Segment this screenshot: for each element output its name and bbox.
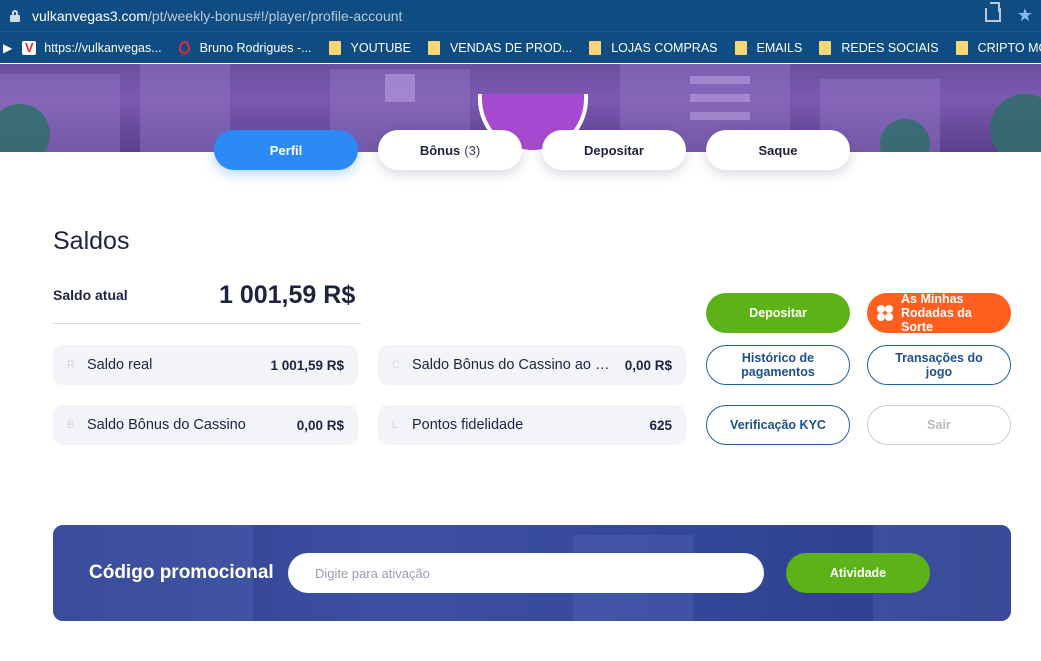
balance-card-real: R Saldo real 1 001,59 R$ bbox=[53, 345, 358, 385]
game-transactions-label: Transações do jogo bbox=[895, 351, 983, 379]
card-letter: B bbox=[67, 419, 75, 431]
balance-card-loyalty-points: L Pontos fidelidade 625 bbox=[378, 405, 686, 445]
promo-code-label: Código promocional bbox=[89, 562, 274, 583]
folder-icon bbox=[955, 40, 968, 55]
bookmark-label: https://vulkanvegas... bbox=[44, 40, 162, 55]
card-value: 1 001,59 R$ bbox=[270, 357, 344, 373]
card-value: 0,00 R$ bbox=[296, 417, 344, 433]
bookmark-label: Bruno Rodrigues -... bbox=[199, 40, 312, 55]
tab-label: Depositar bbox=[584, 142, 644, 158]
card-letter: R bbox=[67, 359, 75, 371]
bookmark-vendas[interactable]: VENDAS DE PROD... bbox=[427, 40, 573, 55]
current-balance-value: 1 001,59 R$ bbox=[219, 281, 356, 309]
tab-count-badge: (3) bbox=[464, 142, 481, 158]
card-label: Saldo Bônus do Cassino bbox=[87, 417, 246, 433]
bookmark-emails[interactable]: EMAILS bbox=[734, 40, 803, 55]
clover-icon bbox=[877, 305, 893, 321]
bookmark-redes[interactable]: REDES SOCIAIS bbox=[819, 40, 939, 55]
bookmark-label: CRIPTO MOEDAS bbox=[977, 40, 1041, 55]
tab-label: Bônus bbox=[419, 142, 461, 158]
url-domain: vulkanvegas3.com bbox=[32, 7, 148, 24]
bookmark-youtube[interactable]: YOUTUBE bbox=[328, 40, 411, 55]
payment-history-button[interactable]: Histórico de pagamentos bbox=[706, 345, 850, 385]
page-title: Saldos bbox=[53, 227, 130, 255]
folder-icon bbox=[819, 40, 832, 55]
lock-icon bbox=[10, 9, 20, 22]
bookmark-bruno[interactable]: Bruno Rodrigues -... bbox=[178, 40, 312, 55]
bookmark-vulkan[interactable]: V https://vulkanvegas... bbox=[22, 40, 162, 55]
tab-bonus[interactable]: Bônus (3) bbox=[378, 130, 522, 170]
browser-address-bar[interactable]: vulkanvegas3.com/pt/weekly-bonus#!/playe… bbox=[0, 0, 1041, 31]
share-icon[interactable] bbox=[984, 8, 1001, 22]
card-letter: C bbox=[392, 359, 400, 371]
folder-icon bbox=[427, 40, 440, 55]
vulkan-favicon-icon: V bbox=[22, 40, 37, 55]
profile-tabs: Perfil Bônus (3) Depositar Saque bbox=[214, 130, 850, 170]
tab-depositar[interactable]: Depositar bbox=[542, 130, 686, 170]
folder-icon bbox=[328, 40, 341, 55]
tab-saque[interactable]: Saque bbox=[706, 130, 850, 170]
lucky-spins-label: As Minhas Rodadas da Sorte bbox=[901, 292, 972, 334]
balance-card-casino-bonus: B Saldo Bônus do Cassino 0,00 R$ bbox=[53, 405, 358, 445]
logout-button[interactable]: Sair bbox=[867, 405, 1011, 445]
activate-promo-button[interactable]: Atividade bbox=[786, 553, 930, 593]
bookmark-label: YOUTUBE bbox=[350, 40, 411, 55]
folder-icon bbox=[589, 40, 602, 55]
bookmark-star-icon[interactable]: ★ bbox=[1017, 6, 1033, 24]
tab-label: Perfil bbox=[269, 142, 303, 158]
folder-icon bbox=[734, 40, 747, 55]
card-label: Pontos fidelidade bbox=[412, 417, 524, 433]
bookmark-lojas[interactable]: LOJAS COMPRAS bbox=[589, 40, 718, 55]
current-balance-label: Saldo atual bbox=[53, 287, 128, 303]
bookmark-label: VENDAS DE PROD... bbox=[449, 40, 573, 55]
card-letter: L bbox=[392, 419, 399, 431]
card-value: 625 bbox=[649, 417, 672, 433]
bookmark-label: LOJAS COMPRAS bbox=[611, 40, 718, 55]
promo-code-input[interactable] bbox=[288, 553, 764, 593]
game-transactions-button[interactable]: Transações do jogo bbox=[867, 345, 1011, 385]
balance-card-live-casino-bonus: C Saldo Bônus do Cassino ao Vivo 0,00 R$ bbox=[378, 345, 686, 385]
tab-label: Saque bbox=[758, 142, 798, 158]
lucky-spins-button[interactable]: As Minhas Rodadas da Sorte bbox=[867, 292, 1011, 334]
drop-icon bbox=[178, 41, 190, 54]
bookmark-flag-icon: ▶ bbox=[3, 40, 13, 55]
bookmark-label: REDES SOCIAIS bbox=[841, 40, 939, 55]
bookmark-label: EMAILS bbox=[756, 40, 803, 55]
promo-code-section: Código promocional Atividade bbox=[53, 525, 1011, 621]
kyc-verification-button[interactable]: Verificação KYC bbox=[706, 405, 850, 445]
card-label: Saldo real bbox=[87, 357, 153, 373]
card-label: Saldo Bônus do Cassino ao Vivo bbox=[412, 357, 617, 373]
payment-history-label: Histórico de pagamentos bbox=[741, 351, 815, 379]
bookmarks-bar: ▶ V https://vulkanvegas... Bruno Rodrigu… bbox=[0, 31, 1041, 63]
bookmark-cripto[interactable]: CRIPTO MOEDAS bbox=[955, 40, 1041, 55]
deposit-button[interactable]: Depositar bbox=[706, 293, 850, 333]
divider bbox=[53, 323, 361, 324]
url-path: /pt/weekly-bonus#!/player/profile-accoun… bbox=[147, 7, 403, 24]
card-value: 0,00 R$ bbox=[624, 357, 672, 373]
tab-perfil[interactable]: Perfil bbox=[214, 130, 358, 170]
